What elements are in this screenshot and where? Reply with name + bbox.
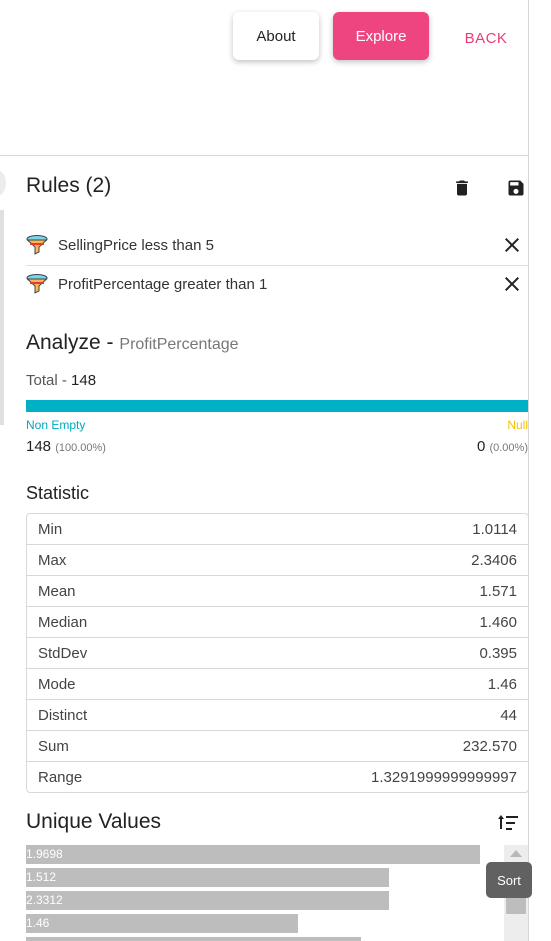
stat-value: 232.570 bbox=[462, 737, 517, 755]
filter-icon bbox=[26, 274, 48, 294]
stat-value: 44 bbox=[500, 706, 517, 724]
stat-value: 2.3406 bbox=[471, 551, 517, 569]
close-icon bbox=[505, 277, 519, 291]
stat-row-min: Min 1.0114 bbox=[27, 514, 528, 545]
scroll-up-arrow-icon[interactable] bbox=[510, 850, 522, 857]
explore-button[interactable]: Explore bbox=[333, 12, 429, 60]
statistic-table: Min 1.0114 Max 2.3406 Mean 1.571 Median 1.46… bbox=[26, 513, 529, 793]
remove-rule-button[interactable] bbox=[500, 272, 524, 296]
stat-row-stddev: StdDev 0.395 bbox=[27, 638, 528, 669]
stat-row-mode: Mode 1.46 bbox=[27, 669, 528, 700]
stat-name: Sum bbox=[38, 737, 69, 755]
stat-value: 1.460 bbox=[479, 613, 517, 631]
drawer-handle[interactable] bbox=[0, 170, 6, 196]
unique-value-bar[interactable] bbox=[26, 845, 480, 864]
null-value: 0 bbox=[476, 438, 486, 455]
stat-row-range: Range 1.3291999999999997 bbox=[27, 762, 528, 792]
trash-icon bbox=[456, 180, 468, 196]
stat-row-mean: Mean 1.571 bbox=[27, 576, 528, 607]
rule-item: ProfitPercentage greater than 1 bbox=[26, 265, 528, 303]
stat-value: 0.395 bbox=[479, 644, 517, 662]
analyze-field-name: ProfitPercentage bbox=[119, 336, 239, 353]
save-icon bbox=[508, 180, 524, 196]
rule-item: SellingPrice less than 5 bbox=[26, 226, 528, 264]
completeness-bar bbox=[26, 400, 528, 412]
stat-row-sum: Sum 232.570 bbox=[27, 731, 528, 762]
save-rules-button[interactable] bbox=[504, 176, 528, 200]
delete-rules-button[interactable] bbox=[450, 176, 474, 200]
top-app-bar: About Explore BACK bbox=[0, 0, 551, 155]
sort-icon bbox=[498, 815, 518, 830]
stat-value: 1.0114 bbox=[472, 520, 517, 538]
non-empty-value: 148 bbox=[26, 438, 52, 455]
stat-value: 1.571 bbox=[479, 582, 517, 600]
stat-name: Mean bbox=[38, 582, 76, 600]
stat-name: StdDev bbox=[38, 644, 88, 662]
analyze-title: Analyze - ProfitPercentage bbox=[26, 331, 239, 355]
total-value: 148 bbox=[71, 372, 97, 389]
unique-value-label: 2.3312 bbox=[26, 893, 63, 907]
stat-name: Median bbox=[38, 613, 88, 631]
stat-name: Distinct bbox=[38, 706, 88, 724]
remove-rule-button[interactable] bbox=[500, 233, 524, 257]
panel-right-border bbox=[528, 0, 529, 941]
about-button[interactable]: About bbox=[233, 12, 319, 60]
unique-value-bar[interactable] bbox=[26, 891, 389, 910]
stat-name: Max bbox=[38, 551, 67, 569]
null-label: Null bbox=[507, 418, 528, 432]
unique-value-bar[interactable] bbox=[26, 914, 298, 933]
non-empty-percent: (100.00%) bbox=[55, 442, 106, 454]
analyze-label: Analyze - bbox=[26, 331, 114, 354]
sort-button[interactable] bbox=[497, 811, 521, 835]
unique-value-label: 1.46 bbox=[26, 916, 50, 930]
stat-value: 1.3291999999999997 bbox=[371, 768, 517, 786]
total-label: Total - bbox=[26, 372, 67, 389]
stat-name: Mode bbox=[38, 675, 76, 693]
statistic-title: Statistic bbox=[26, 483, 90, 503]
header-divider bbox=[0, 155, 528, 156]
non-empty-count: 148 (100.00%) bbox=[26, 438, 106, 455]
unique-values-title: Unique Values bbox=[26, 810, 162, 833]
rules-title: Rules (2) bbox=[26, 174, 112, 197]
sort-tooltip: Sort bbox=[486, 862, 532, 898]
null-count: 0 (0.00%) bbox=[477, 438, 528, 455]
unique-value-label: 1.512 bbox=[26, 870, 57, 884]
rule-label: ProfitPercentage greater than 1 bbox=[58, 275, 268, 293]
stat-name: Min bbox=[38, 520, 63, 538]
stat-row-median: Median 1.460 bbox=[27, 607, 528, 638]
stat-row-max: Max 2.3406 bbox=[27, 545, 528, 576]
unique-value-label: 1.9698 bbox=[26, 847, 63, 861]
total-count: Total - 148 bbox=[26, 372, 96, 389]
rule-label: SellingPrice less than 5 bbox=[58, 236, 214, 254]
stat-value: 1.46 bbox=[487, 675, 517, 693]
non-empty-fill bbox=[26, 400, 528, 412]
unique-value-bar[interactable] bbox=[26, 868, 389, 887]
stat-name: Range bbox=[38, 768, 83, 786]
filter-icon bbox=[26, 235, 48, 255]
left-panel-edge bbox=[0, 210, 4, 425]
stat-row-distinct: Distinct 44 bbox=[27, 700, 528, 731]
unique-value-bar[interactable] bbox=[26, 937, 361, 941]
close-icon bbox=[505, 238, 519, 252]
non-empty-label: Non Empty bbox=[26, 418, 86, 432]
back-button[interactable]: BACK bbox=[455, 24, 517, 52]
null-percent: (0.00%) bbox=[489, 442, 528, 454]
